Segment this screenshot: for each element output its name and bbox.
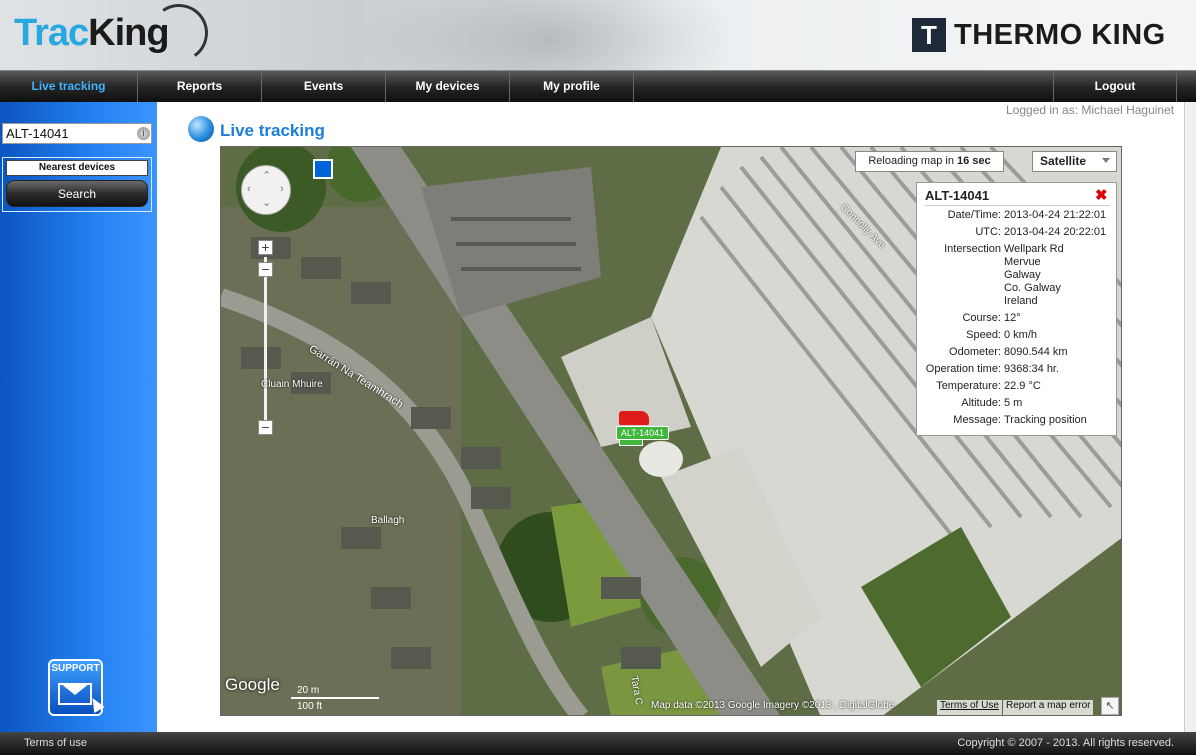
footer: Terms of use Copyright © 2007 - 2013. Al…: [0, 732, 1196, 755]
copyright-text: Copyright © 2007 - 2013. All rights rese…: [957, 737, 1174, 749]
pan-control[interactable]: ⌃ ‹ › ⌄: [241, 165, 291, 215]
info-value: Tracking position: [1004, 414, 1087, 426]
search-button[interactable]: Search: [6, 180, 148, 207]
info-key: Operation time:: [925, 363, 1001, 375]
info-value: 12°: [1004, 312, 1021, 324]
main-nav: Live tracking Reports Events My devices …: [0, 70, 1196, 102]
street-view-pegman-icon[interactable]: [313, 159, 333, 179]
nav-my-profile[interactable]: My profile: [510, 71, 634, 102]
info-key: Odometer:: [949, 346, 1001, 358]
support-label: SUPPORT: [51, 663, 100, 674]
logo-part1: Trac: [14, 12, 89, 54]
vehicle-status-bar: [619, 439, 643, 446]
place-label: Ballagh: [371, 515, 405, 526]
reload-value: 16 sec: [957, 155, 991, 167]
zoom-in-button[interactable]: +: [258, 240, 273, 255]
zoom-slider-track[interactable]: [264, 257, 267, 425]
info-key: Speed:: [966, 329, 1001, 341]
info-key: Intersection: [944, 243, 1001, 255]
map-terms-link[interactable]: Terms of Use: [937, 700, 1002, 715]
info-value: 5 m: [1004, 397, 1023, 409]
thermo-king-logo: T THERMO KING: [912, 17, 1166, 53]
thermo-king-badge-icon: T: [912, 18, 946, 52]
google-logo: Google: [225, 675, 280, 694]
info-value: Galway: [1004, 269, 1041, 281]
info-value: 9368:34 hr.: [1004, 363, 1060, 375]
map-attribution: Map data ©2013 Google Imagery ©2013 , Di…: [651, 700, 895, 711]
nav-live-tracking[interactable]: Live tracking: [0, 71, 138, 102]
logo-arc-icon: [145, 0, 213, 67]
thermo-king-text: THERMO KING: [954, 18, 1166, 51]
pan-down-icon[interactable]: ⌄: [262, 196, 271, 209]
zoom-slider-handle[interactable]: −: [258, 262, 273, 277]
info-value: Ireland: [1004, 295, 1038, 307]
device-info-window: ALT-14041 ✖ Date/Time: 2013-04-24 21:22:0…: [916, 182, 1117, 436]
info-value: 0 km/h: [1004, 329, 1038, 341]
info-icon[interactable]: i: [137, 127, 150, 140]
header: TracKing T THERMO KING: [0, 0, 1196, 70]
info-value: 8090.544 km: [1004, 346, 1068, 358]
info-key: Message:: [953, 414, 1001, 426]
chevron-down-icon: [1102, 158, 1110, 163]
sidebar: ALT-14041 i Nearest devices Search: [0, 102, 157, 732]
nav-reports[interactable]: Reports: [138, 71, 262, 102]
info-value: Wellpark Rd: [1004, 243, 1064, 255]
pan-left-icon[interactable]: ‹: [247, 183, 251, 195]
info-value: 22.9 °C: [1004, 380, 1041, 392]
map-type-value: Satellite: [1040, 154, 1087, 168]
page-scrollbar[interactable]: [1184, 102, 1196, 732]
terms-of-use-link[interactable]: Terms of use: [24, 737, 87, 749]
device-search-input[interactable]: ALT-14041: [2, 123, 152, 144]
map-type-select[interactable]: Satellite: [1032, 151, 1117, 172]
close-icon[interactable]: ✖: [1095, 186, 1108, 204]
page-title: Live tracking: [220, 121, 325, 140]
map-scale: 20 m 100 ft: [291, 685, 379, 714]
info-value: Mervue: [1004, 256, 1041, 268]
info-value: Co. Galway: [1004, 282, 1061, 294]
reload-timer: Reloading map in 16 sec: [855, 151, 1004, 172]
zoom-out-button[interactable]: −: [258, 420, 273, 435]
nav-my-devices[interactable]: My devices: [386, 71, 510, 102]
pan-up-icon[interactable]: ⌃: [262, 169, 271, 182]
place-label: Cluain Mhuire: [261, 379, 323, 390]
reload-prefix: Reloading map in: [868, 155, 954, 167]
nav-logout[interactable]: Logout: [1053, 71, 1177, 102]
info-title: ALT-14041: [925, 188, 990, 203]
vehicle-marker-icon[interactable]: [619, 411, 649, 425]
scale-feet: 100 ft: [297, 701, 323, 712]
scale-meters: 20 m: [297, 685, 320, 696]
info-value: 2013-04-24 20:22:01: [1004, 226, 1107, 238]
report-map-error-link[interactable]: Report a map error: [1003, 700, 1094, 715]
info-key: Temperature:: [936, 380, 1001, 392]
info-key: UTC:: [975, 226, 1001, 238]
trackking-logo: TracKing: [14, 12, 170, 55]
nearest-devices-label: Nearest devices: [6, 160, 148, 176]
support-button[interactable]: SUPPORT: [48, 659, 105, 716]
nearest-devices-panel: Nearest devices Search: [2, 157, 152, 212]
map-view[interactable]: ⌃ ‹ › ⌄ + − − Reloading map in 16 sec Sa…: [220, 146, 1122, 716]
nav-events[interactable]: Events: [262, 71, 386, 102]
info-key: Altitude:: [961, 397, 1001, 409]
logged-in-text: Logged in as: Michael Haguinet: [1006, 103, 1175, 117]
expand-icon[interactable]: ↖: [1101, 697, 1119, 715]
info-key: Course:: [962, 312, 1001, 324]
vehicle-label[interactable]: ALT-14041: [616, 426, 669, 440]
info-key: Date/Time:: [947, 209, 1001, 221]
pan-right-icon[interactable]: ›: [280, 183, 284, 195]
info-value: 2013-04-24 21:22:01: [1004, 209, 1107, 221]
globe-icon: [188, 116, 214, 142]
